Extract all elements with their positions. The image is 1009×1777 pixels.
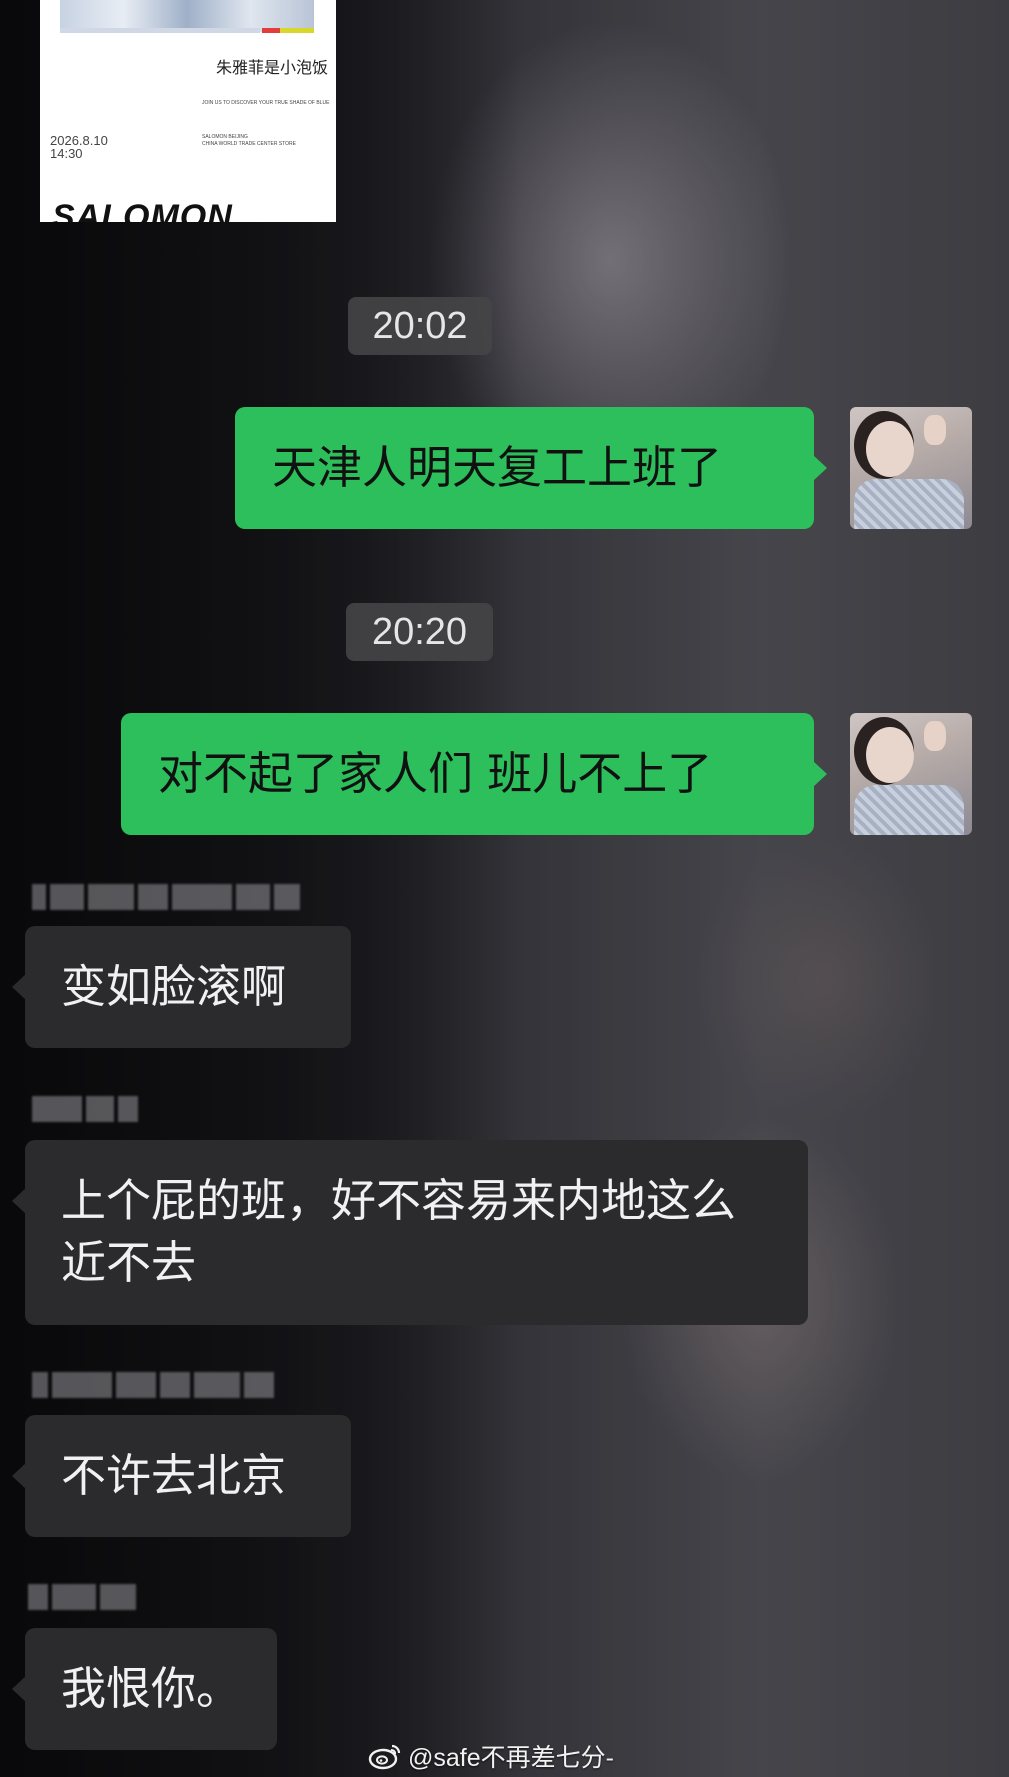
bubble-tail xyxy=(12,1676,26,1702)
incoming-message-bubble[interactable]: 我恨你。 xyxy=(12,1628,277,1750)
avatar-figure xyxy=(924,721,946,751)
poster-date: 2026.8.10 14:30 xyxy=(50,134,108,160)
time-stamp: 20:20 xyxy=(346,603,493,661)
bubble-tail xyxy=(12,974,26,1000)
shared-poster-card[interactable]: 朱雅菲是小泡饭 JOIN US TO DISCOVER YOUR TRUE SH… xyxy=(40,0,336,222)
time-stamp: 20:02 xyxy=(348,297,492,355)
sender-name-redacted xyxy=(32,884,304,910)
poster-stripe xyxy=(60,28,260,33)
bubble-tail xyxy=(813,455,827,481)
my-avatar[interactable] xyxy=(850,713,972,835)
message-text: 对不起了家人们 班儿不上了 xyxy=(158,747,713,800)
poster-stripe-red xyxy=(262,28,280,33)
message-text: 天津人明天复工上班了 xyxy=(272,441,723,494)
message-text: 上个屁的班，好不容易来内地这么近不去 xyxy=(61,1174,737,1289)
message-text: 变如脸滚啊 xyxy=(61,960,287,1013)
outgoing-message-bubble[interactable]: 天津人明天复工上班了 xyxy=(235,407,827,529)
weibo-watermark: @safe不再差七分- xyxy=(368,1738,614,1774)
watermark-text: @safe不再差七分- xyxy=(408,1744,614,1772)
sender-name-redacted xyxy=(28,1584,140,1610)
poster-fine-print: CHINA WORLD TRADE CENTER STORE xyxy=(202,141,296,147)
bubble-tail xyxy=(12,1188,26,1214)
incoming-message-bubble[interactable]: 变如脸滚啊 xyxy=(12,926,351,1048)
avatar-figure xyxy=(866,421,914,477)
avatar-figure xyxy=(866,727,914,783)
poster-fine-print: SALOMON BEIJING xyxy=(202,134,248,140)
incoming-message-bubble[interactable]: 不许去北京 xyxy=(12,1415,351,1537)
poster-title: 朱雅菲是小泡饭 xyxy=(215,58,328,77)
my-avatar[interactable] xyxy=(850,407,972,529)
poster-fine-print: JOIN US TO DISCOVER YOUR TRUE SHADE OF B… xyxy=(202,100,330,106)
poster-stripe-yellow xyxy=(280,28,314,33)
poster-brand-logo: SALOMON xyxy=(52,198,233,222)
avatar-figure xyxy=(854,785,964,835)
poster-time-value: 14:30 xyxy=(50,146,83,161)
message-text: 我恨你。 xyxy=(61,1662,242,1715)
bubble-tail xyxy=(12,1463,26,1489)
incoming-message-bubble[interactable]: 上个屁的班，好不容易来内地这么近不去 xyxy=(12,1140,808,1325)
outgoing-message-bubble[interactable]: 对不起了家人们 班儿不上了 xyxy=(121,713,827,835)
sender-name-redacted xyxy=(32,1096,142,1122)
avatar-figure xyxy=(854,479,964,529)
bubble-tail xyxy=(813,761,827,787)
avatar-figure xyxy=(924,415,946,445)
weibo-icon xyxy=(368,1744,401,1770)
sender-name-redacted xyxy=(32,1372,278,1398)
message-text: 不许去北京 xyxy=(61,1449,287,1502)
